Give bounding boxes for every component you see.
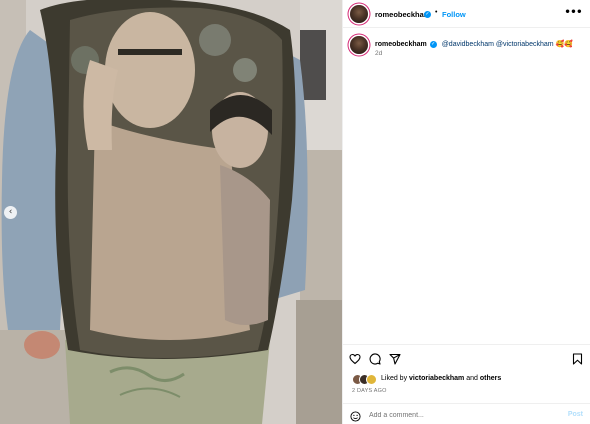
comment-button[interactable] [369, 352, 381, 370]
post-actions: Liked by victoriabeckham and others 2 DA… [343, 344, 590, 424]
liked-by-others-link[interactable]: others [480, 375, 501, 382]
comment-input[interactable] [369, 408, 559, 422]
emoji-icon [350, 411, 361, 422]
caption-text: romeobeckham ✓ @davidbeckham @victoriabec… [375, 40, 573, 48]
verified-badge-icon: ✓ [429, 40, 437, 48]
save-button[interactable] [572, 352, 583, 370]
post-timestamp[interactable]: 2 DAYS AGO [352, 388, 387, 394]
post-side-panel: romeobeckham ✓ • Follow ••• romeobeckham… [342, 0, 590, 424]
heart-icon [349, 353, 361, 365]
avatar[interactable] [350, 5, 368, 23]
verified-badge-icon: ✓ [424, 11, 431, 18]
caption-emojis: 🥰🥰 [555, 41, 573, 48]
caption-username-link[interactable]: romeobeckham [375, 41, 427, 48]
post-comment-button[interactable]: Post [568, 411, 583, 418]
follow-button[interactable]: Follow [442, 10, 466, 19]
like-button[interactable] [349, 352, 361, 370]
liked-by-prefix: Liked by [381, 375, 408, 382]
chevron-left-icon: ‹ [8, 207, 13, 217]
post-header: romeobeckham ✓ • Follow ••• [343, 0, 590, 28]
post-image [0, 0, 342, 424]
share-icon [389, 353, 401, 365]
emoji-button[interactable] [350, 409, 361, 424]
liked-by-and: and [466, 375, 478, 382]
mention-link-victoriabeckham[interactable]: @victoriabeckham [496, 41, 554, 48]
caption-timestamp[interactable]: 2d [375, 50, 382, 57]
post-photo[interactable]: ‹ [0, 0, 342, 424]
avatar [366, 374, 377, 385]
carousel-prev-button[interactable]: ‹ [4, 206, 17, 219]
username-link[interactable]: romeobeckham [375, 10, 430, 19]
share-button[interactable] [389, 352, 401, 370]
comment-icon [369, 353, 381, 365]
more-icon[interactable]: ••• [564, 7, 582, 18]
likes-text: Liked by victoriabeckham and others [381, 375, 501, 382]
caption-avatar[interactable] [350, 36, 368, 54]
dot-separator: • [435, 9, 438, 16]
liked-by-user-link[interactable]: victoriabeckham [409, 375, 464, 382]
bookmark-icon [572, 353, 583, 365]
liker-avatars[interactable] [352, 374, 378, 385]
mention-link-davidbeckham[interactable]: @davidbeckham [442, 41, 494, 48]
comment-composer: Post [343, 403, 590, 424]
